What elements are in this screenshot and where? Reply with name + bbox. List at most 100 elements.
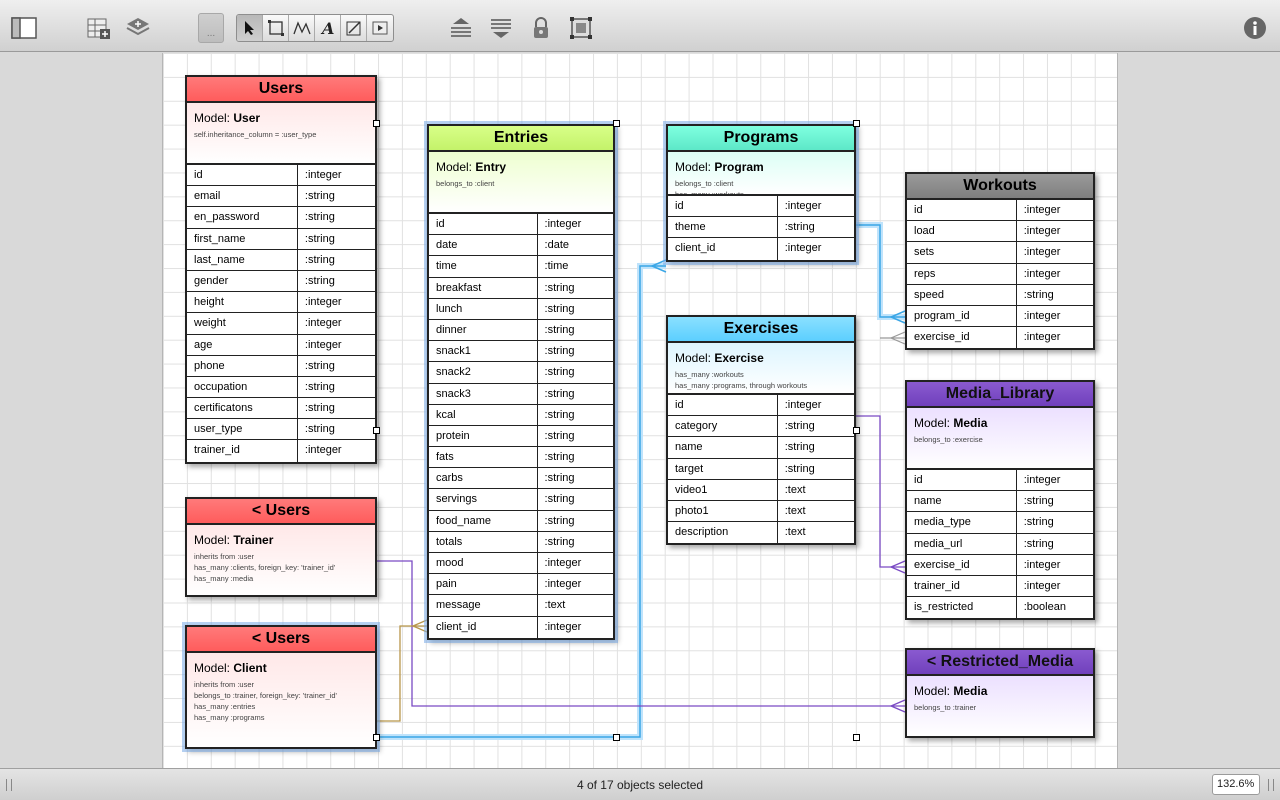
field-row[interactable]: photo1:text (668, 500, 854, 523)
field-row[interactable]: media_type:string (907, 512, 1093, 534)
selection-tool-icon[interactable] (237, 15, 263, 41)
trainer-table[interactable]: < Users Model: Trainer inherits from :user… (185, 497, 377, 597)
selection-handle[interactable] (853, 734, 860, 741)
field-row[interactable]: id:integer (668, 395, 854, 417)
field-row[interactable]: video1:text (668, 479, 854, 501)
field-row[interactable]: client_id:integer (429, 616, 613, 638)
zoom-field[interactable]: 132.6% (1212, 774, 1260, 795)
field-row[interactable]: exercise_id:integer (907, 554, 1093, 576)
field-row[interactable]: certificatons:string (187, 398, 375, 420)
field-row[interactable]: occupation:string (187, 376, 375, 399)
entries-table[interactable]: Entries Model: Entry belongs_to :client id:… (427, 124, 615, 640)
model-prefix: Model: (914, 416, 954, 430)
selection-handle[interactable] (373, 734, 380, 741)
field-row[interactable]: id:integer (187, 165, 375, 187)
field-row[interactable]: id:integer (907, 470, 1093, 492)
field-row[interactable]: last_name:string (187, 249, 375, 271)
send-back-icon[interactable] (488, 14, 514, 42)
field-row[interactable]: exercise_id:integer (907, 327, 1093, 349)
field-row[interactable]: lunch:string (429, 298, 613, 320)
field-row[interactable]: en_password:string (187, 207, 375, 229)
field-row[interactable]: speed:string (907, 284, 1093, 306)
field-row[interactable]: kcal:string (429, 404, 613, 426)
field-row[interactable]: totals:string (429, 531, 613, 553)
field-row[interactable]: name:string (907, 491, 1093, 513)
layers-icon[interactable] (124, 14, 152, 42)
media-library-table[interactable]: Media_Library Model: Media belongs_to :exe… (905, 380, 1095, 621)
field-row[interactable]: servings:string (429, 489, 613, 511)
field-row[interactable]: is_restricted:boolean (907, 597, 1093, 619)
field-row[interactable]: trainer_id:integer (187, 440, 375, 462)
lock-icon[interactable] (530, 14, 552, 42)
workouts-table[interactable]: Workouts id:integer load:integer sets:integ… (905, 172, 1095, 351)
field-row[interactable]: gender:string (187, 270, 375, 293)
field-row[interactable]: pain:integer (429, 574, 613, 596)
field-row[interactable]: time:time (429, 256, 613, 278)
field-row[interactable]: sets:integer (907, 242, 1093, 264)
selection-handle[interactable] (853, 120, 860, 127)
field-row[interactable]: trainer_id:integer (907, 575, 1093, 598)
field-row[interactable]: snack1:string (429, 341, 613, 363)
field-row[interactable]: program_id:integer (907, 305, 1093, 328)
field-row[interactable]: theme:string (668, 217, 854, 239)
field-row[interactable]: breakfast:string (429, 277, 613, 299)
field-row[interactable]: target:string (668, 458, 854, 480)
exercises-table[interactable]: Exercises Model: Exercise has_many :workou… (666, 315, 856, 546)
selection-handle[interactable] (373, 427, 380, 434)
field-row[interactable]: date:date (429, 235, 613, 257)
field-row[interactable]: load:integer (907, 221, 1093, 243)
group-icon[interactable] (568, 14, 594, 42)
field-row[interactable]: name:string (668, 437, 854, 459)
style-well[interactable]: ... (198, 13, 224, 43)
field-row[interactable]: phone:string (187, 355, 375, 377)
programs-table[interactable]: Programs Model: Program belongs_to :client… (666, 124, 856, 262)
presentation-tool-icon[interactable] (367, 15, 393, 41)
selection-handle[interactable] (613, 734, 620, 741)
field-row[interactable]: carbs:string (429, 468, 613, 490)
field-row[interactable]: user_type:string (187, 419, 375, 441)
field-row[interactable]: age:integer (187, 334, 375, 356)
pen-tool-icon[interactable] (341, 15, 367, 41)
bring-front-icon[interactable] (448, 14, 474, 42)
line-tool-icon[interactable] (289, 15, 315, 41)
field-row[interactable]: client_id:integer (668, 238, 854, 260)
client-table[interactable]: < Users Model: Client inherits from :user b… (185, 625, 377, 749)
field-row[interactable]: weight:integer (187, 313, 375, 335)
field-row[interactable]: id:integer (429, 214, 613, 236)
field-row[interactable]: category:string (668, 416, 854, 438)
table-title: Exercises (668, 317, 854, 343)
field-row[interactable]: first_name:string (187, 228, 375, 250)
field-row[interactable]: protein:string (429, 425, 613, 448)
model-note: belongs_to :exercise (914, 435, 983, 444)
text-tool-icon[interactable]: A (315, 15, 341, 41)
field-row[interactable]: id:integer (668, 196, 854, 218)
shape-tool-icon[interactable] (263, 15, 289, 41)
field-row[interactable]: media_url:string (907, 533, 1093, 555)
field-row[interactable]: food_name:string (429, 510, 613, 532)
model-note: belongs_to :client (436, 179, 495, 188)
field-row[interactable]: dinner:string (429, 319, 613, 342)
field-row[interactable]: description:text (668, 522, 854, 544)
field-row[interactable]: mood:integer (429, 553, 613, 575)
sidebar-toggle-icon[interactable] (10, 14, 38, 42)
selection-handle[interactable] (853, 427, 860, 434)
field-type: :string (784, 221, 815, 234)
model-name: Media (953, 684, 988, 698)
field-row[interactable]: height:integer (187, 292, 375, 314)
field-row[interactable]: fats:string (429, 447, 613, 469)
field-row[interactable]: snack3:string (429, 383, 613, 405)
field-row[interactable]: email:string (187, 186, 375, 208)
field-type: :integer (304, 169, 342, 181)
restricted-media-table[interactable]: < Restricted_Media Model: Media belongs_to… (905, 648, 1095, 738)
add-table-icon[interactable] (86, 14, 112, 42)
field-row[interactable]: message:text (429, 595, 613, 617)
users-table[interactable]: Users Model: User self.inheritance_column … (185, 75, 377, 464)
field-row[interactable]: id:integer (907, 200, 1093, 222)
info-icon[interactable] (1242, 14, 1268, 42)
field-row[interactable]: snack2:string (429, 362, 613, 384)
selection-handle[interactable] (613, 120, 620, 127)
selection-handle[interactable] (373, 120, 380, 127)
model-prefix: Model: (436, 160, 476, 174)
field-row[interactable]: reps:integer (907, 263, 1093, 285)
resize-grip-icon[interactable] (1268, 779, 1274, 791)
